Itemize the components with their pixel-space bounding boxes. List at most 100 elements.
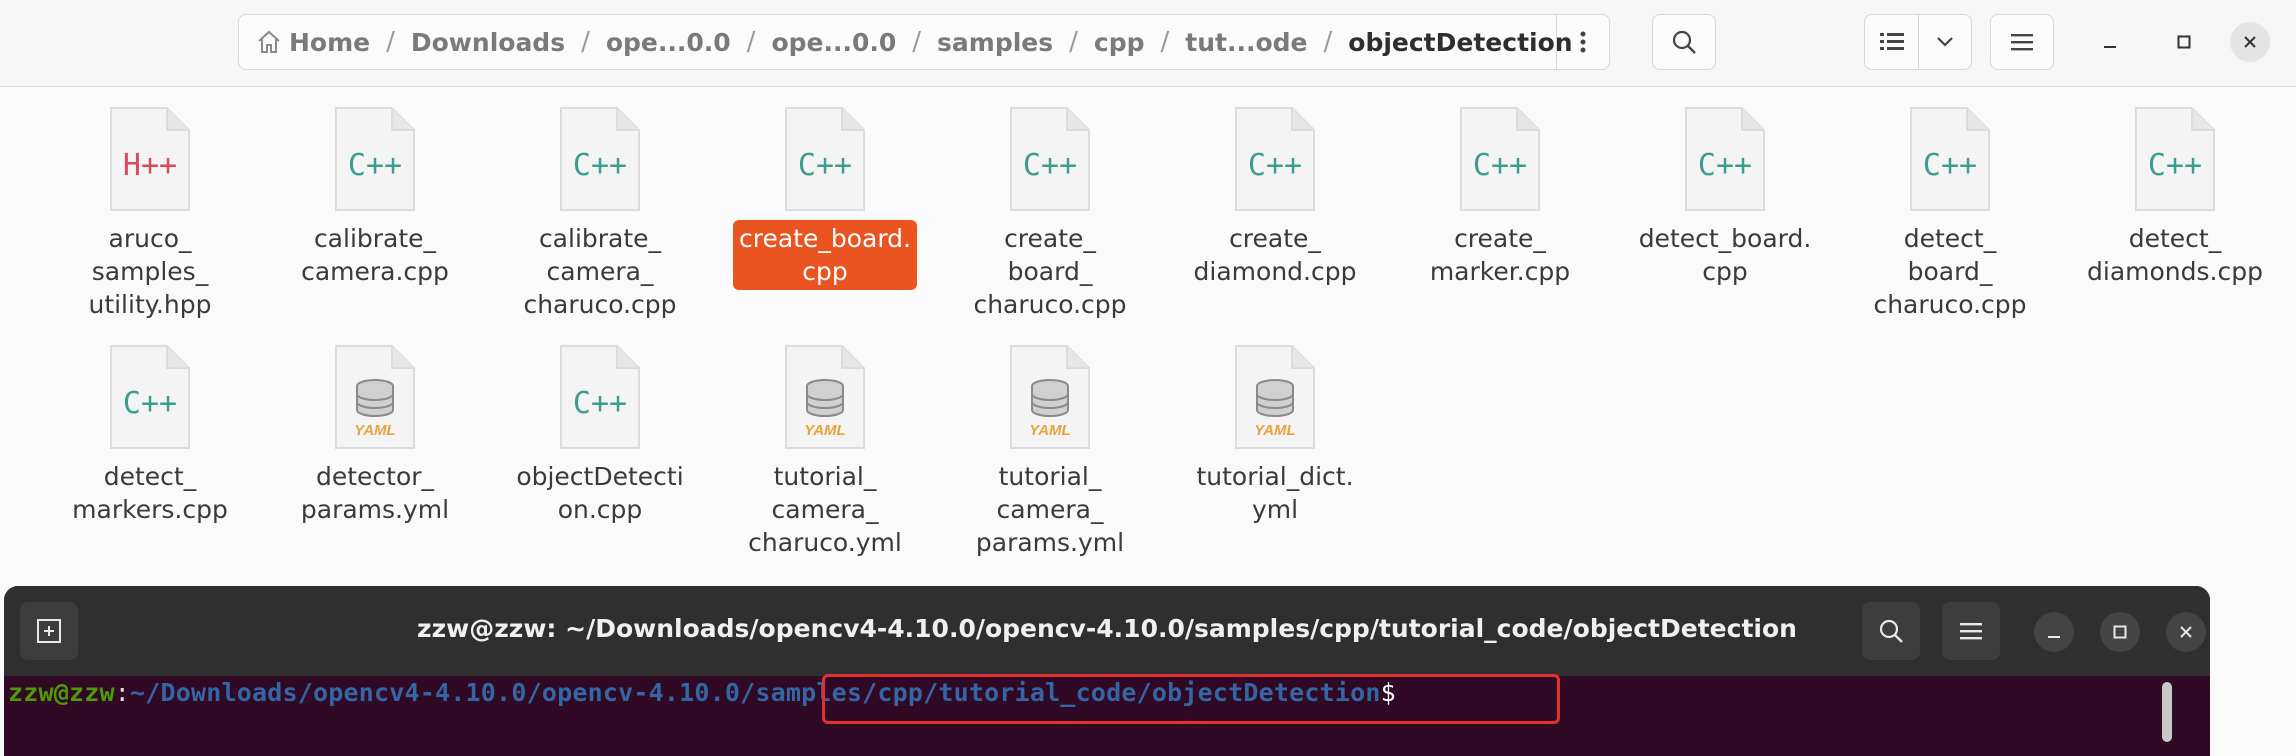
file-type-label: H++ <box>122 148 178 183</box>
breadcrumb-home[interactable]: Home <box>283 28 383 57</box>
home-icon[interactable] <box>255 28 283 56</box>
terminal-maximize-button[interactable] <box>2100 612 2140 652</box>
chevron-down-icon <box>1937 37 1954 47</box>
file-type-label: C++ <box>797 148 853 183</box>
terminal-minimize-button[interactable] <box>2034 612 2074 652</box>
annotation-highlight-box <box>822 674 1560 724</box>
svg-text:YAML: YAML <box>804 422 845 439</box>
maximize-icon <box>2113 625 2127 639</box>
breadcrumb-separator: / <box>386 27 395 57</box>
cpp-file-icon: C++ <box>107 342 193 452</box>
kebab-menu-icon <box>1580 31 1586 53</box>
yaml-file-icon: YAML <box>332 342 418 452</box>
file-manager-header: Home / Downloads / ope...0.0 / ope...0.0… <box>0 0 2296 87</box>
file-name: create_board. cpp <box>733 220 917 290</box>
minimize-button[interactable] <box>2090 22 2130 62</box>
file-type-label: C++ <box>572 148 628 183</box>
file-name: detect_board. cpp <box>1638 224 1812 286</box>
prompt-colon: : <box>114 678 131 707</box>
cpp-file-icon: C++ <box>557 104 643 214</box>
view-options-button[interactable] <box>1919 15 1971 69</box>
file-name: create_ marker.cpp <box>1429 224 1571 286</box>
breadcrumb-separator: / <box>1069 27 1078 57</box>
main-menu-button[interactable] <box>1990 14 2054 70</box>
breadcrumb-opencv4[interactable]: ope...0.0 <box>593 28 744 57</box>
maximize-button[interactable] <box>2164 22 2204 62</box>
file-item[interactable]: C++ detect_board. cpp <box>1615 104 1835 290</box>
file-name: calibrate_ camera_ charuco.cpp <box>523 224 677 319</box>
file-item[interactable]: C++ create_ diamond.cpp <box>1165 104 1385 290</box>
file-item[interactable]: C++ detect_ diamonds.cpp <box>2065 104 2285 290</box>
hamburger-menu-icon <box>2011 34 2033 51</box>
file-item[interactable]: YAML detector_ params.yml <box>265 342 485 528</box>
file-type-label: C++ <box>2147 148 2203 183</box>
terminal-close-button[interactable] <box>2166 612 2206 652</box>
search-button[interactable] <box>1652 14 1716 70</box>
terminal-scrollbar[interactable] <box>2162 682 2172 742</box>
cpp-file-icon: C++ <box>1682 104 1768 214</box>
file-item[interactable]: C++ detect_ markers.cpp <box>40 342 260 528</box>
breadcrumb-current[interactable]: objectDetection <box>1335 28 1585 57</box>
breadcrumb-opencv[interactable]: ope...0.0 <box>758 28 909 57</box>
list-view-button[interactable] <box>1865 15 1920 69</box>
file-type-label: C++ <box>1697 148 1753 183</box>
breadcrumb-separator: / <box>1323 27 1333 57</box>
close-icon <box>2244 36 2256 48</box>
file-type-label: C++ <box>1247 148 1303 183</box>
yaml-file-icon: YAML <box>782 342 868 452</box>
breadcrumb-downloads[interactable]: Downloads <box>398 28 578 57</box>
terminal-header: zzw@zzw: ~/Downloads/opencv4-4.10.0/open… <box>4 586 2210 676</box>
file-name: tutorial_dict. yml <box>1196 462 1354 524</box>
file-name: detect_ diamonds.cpp <box>2087 224 2263 286</box>
cpp-file-icon: C++ <box>1907 104 1993 214</box>
breadcrumb-separator: / <box>581 27 590 57</box>
hamburger-menu-icon <box>1960 623 1982 640</box>
svg-text:YAML: YAML <box>1029 422 1070 439</box>
file-type-label: C++ <box>1022 148 1078 183</box>
file-item[interactable]: C++ calibrate_ camera.cpp <box>265 104 485 290</box>
file-name: detect_ markers.cpp <box>72 462 228 524</box>
breadcrumb-separator: / <box>912 27 922 57</box>
yaml-file-icon: YAML <box>1007 342 1093 452</box>
terminal-menu-button[interactable] <box>1942 602 2000 660</box>
file-item[interactable]: YAML tutorial_dict. yml <box>1165 342 1385 528</box>
file-item[interactable]: H++ aruco_ samples_ utility.hpp <box>40 104 260 323</box>
file-name: objectDetecti on.cpp <box>516 462 684 524</box>
yaml-file-icon: YAML <box>1232 342 1318 452</box>
hpp-file-icon: H++ <box>107 104 193 214</box>
file-item[interactable]: C++ calibrate_ camera_ charuco.cpp <box>490 104 710 323</box>
cpp-file-icon: C++ <box>557 342 643 452</box>
terminal-search-button[interactable] <box>1862 602 1920 660</box>
file-item[interactable]: C++ create_ board_ charuco.cpp <box>940 104 1160 323</box>
file-name: create_ diamond.cpp <box>1193 224 1357 286</box>
file-item[interactable]: YAML tutorial_ camera_ params.yml <box>940 342 1160 561</box>
breadcrumb-separator: / <box>746 27 756 57</box>
file-item[interactable]: YAML tutorial_ camera_ charuco.yml <box>715 342 935 561</box>
cpp-file-icon: C++ <box>1457 104 1543 214</box>
file-name: aruco_ samples_ utility.hpp <box>88 224 212 319</box>
svg-text:YAML: YAML <box>354 422 395 439</box>
breadcrumb-tutorial-code[interactable]: tut...ode <box>1172 28 1320 57</box>
maximize-icon <box>2177 35 2191 49</box>
file-type-label: C++ <box>122 386 178 421</box>
path-menu-button[interactable] <box>1556 15 1609 69</box>
file-item[interactable]: C++ objectDetecti on.cpp <box>490 342 710 528</box>
search-icon <box>1879 619 1903 643</box>
breadcrumb-samples[interactable]: samples <box>924 28 1066 57</box>
cpp-file-icon: C++ <box>782 104 868 214</box>
cpp-file-icon: C++ <box>2132 104 2218 214</box>
close-button[interactable] <box>2230 22 2270 62</box>
file-item[interactable]: C++ detect_ board_ charuco.cpp <box>1840 104 2060 323</box>
breadcrumb-cpp[interactable]: cpp <box>1081 28 1158 57</box>
search-icon <box>1672 30 1696 54</box>
file-type-label: C++ <box>572 386 628 421</box>
file-item[interactable]: C++ create_ marker.cpp <box>1390 104 1610 290</box>
file-name: detector_ params.yml <box>300 462 450 524</box>
close-icon <box>2180 626 2192 638</box>
path-bar[interactable]: Home / Downloads / ope...0.0 / ope...0.0… <box>238 14 1610 70</box>
file-item[interactable]: C++ create_board. cpp <box>715 104 935 290</box>
cpp-file-icon: C++ <box>1007 104 1093 214</box>
cpp-file-icon: C++ <box>332 104 418 214</box>
file-type-label: C++ <box>347 148 403 183</box>
minimize-icon <box>2048 636 2060 638</box>
